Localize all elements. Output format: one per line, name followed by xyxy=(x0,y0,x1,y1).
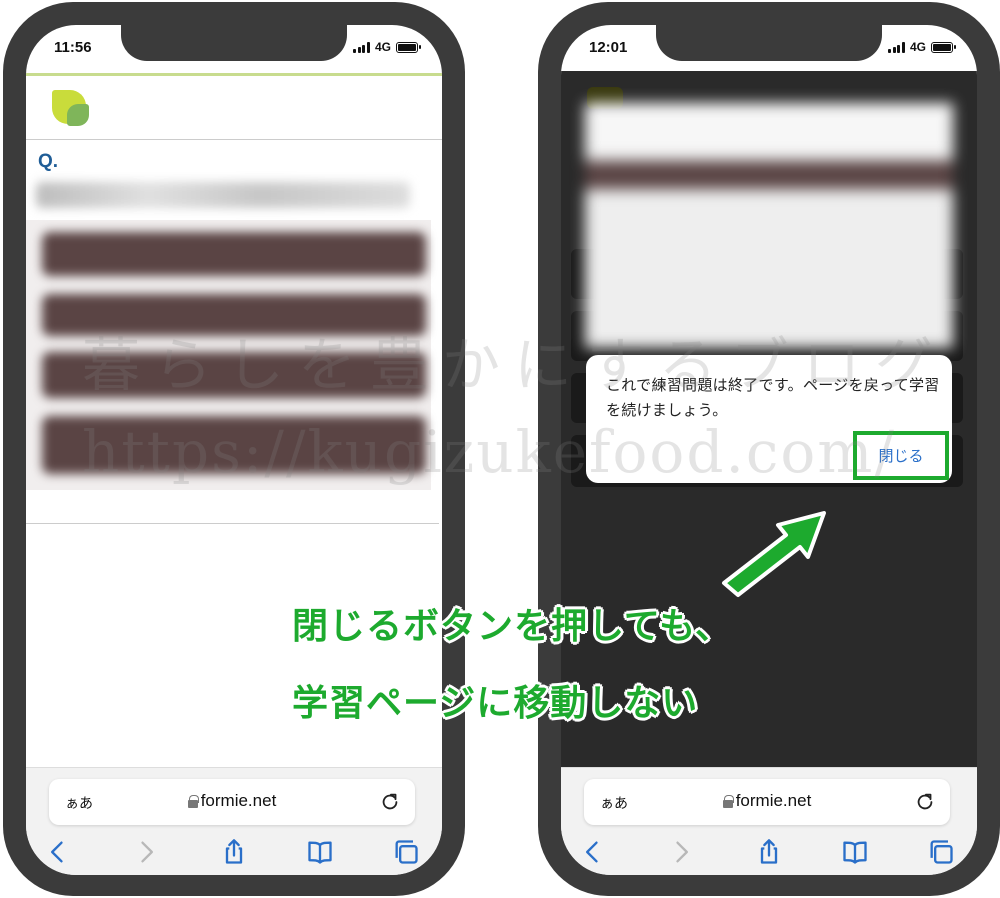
battery-icon xyxy=(931,41,956,53)
lock-icon xyxy=(722,794,734,808)
signal-icon xyxy=(888,41,905,53)
network-label: 4G xyxy=(909,40,926,54)
url-text: formie.net xyxy=(735,791,812,810)
blurred-answer-option[interactable] xyxy=(42,294,426,336)
dialog-message: これで練習問題は終了です。ページを戻って学習を続けましょう。 xyxy=(606,377,940,419)
lock-icon xyxy=(187,794,199,808)
status-icons: 4G xyxy=(353,40,421,54)
blurred-answer-option[interactable] xyxy=(42,232,426,276)
left-phone-frame: 11:56 4G Q. ぁあ formie.net xyxy=(3,2,465,896)
signal-icon xyxy=(353,41,370,53)
alert-dialog: これで練習問題は終了です。ページを戻って学習を続けましょう。 閉じる xyxy=(586,355,952,483)
status-icons: 4G xyxy=(888,40,956,54)
tabs-icon[interactable] xyxy=(927,838,955,866)
header-rule xyxy=(26,73,442,76)
blurred-answer-option[interactable] xyxy=(42,352,426,398)
right-phone-frame: 12:01 4G これで練習問題は終了です。ページを戻って学習を続けましょう。 … xyxy=(538,2,1000,896)
toolbar xyxy=(26,830,442,870)
url-text: formie.net xyxy=(200,791,277,810)
divider xyxy=(26,523,439,524)
share-icon[interactable] xyxy=(755,838,783,866)
bookmarks-icon[interactable] xyxy=(841,838,869,866)
battery-icon xyxy=(396,41,421,53)
tabs-icon[interactable] xyxy=(392,838,420,866)
question-label: Q. xyxy=(38,151,59,172)
blurred-answer-panel xyxy=(26,220,431,490)
toolbar xyxy=(561,830,977,870)
formie-logo[interactable] xyxy=(52,90,90,128)
blurred-question-text xyxy=(36,182,410,208)
left-phone-screen: 11:56 4G Q. ぁあ formie.net xyxy=(26,25,442,875)
address-bar[interactable]: ぁあ formie.net xyxy=(584,779,950,825)
forward-icon[interactable] xyxy=(667,838,695,866)
notch xyxy=(121,25,347,61)
blurred-answer-option[interactable] xyxy=(42,416,426,474)
caption-line-1: 閉じるボタンを押しても、 xyxy=(292,605,733,646)
address-bar[interactable]: ぁあ formie.net xyxy=(49,779,415,825)
safari-bottom-bar: ぁあ formie.net xyxy=(26,767,442,875)
caption-line-2: 学習ページに移動しない xyxy=(292,682,699,723)
close-button[interactable]: 閉じる xyxy=(853,431,949,480)
url-display[interactable]: formie.net xyxy=(584,791,950,811)
status-time: 11:56 xyxy=(54,39,92,56)
reload-icon[interactable] xyxy=(914,791,936,813)
bookmarks-icon[interactable] xyxy=(306,838,334,866)
right-phone-screen: 12:01 4G これで練習問題は終了です。ページを戻って学習を続けましょう。 … xyxy=(561,25,977,875)
share-icon[interactable] xyxy=(220,838,248,866)
back-icon[interactable] xyxy=(579,838,607,866)
back-icon[interactable] xyxy=(44,838,72,866)
network-label: 4G xyxy=(374,40,391,54)
forward-icon[interactable] xyxy=(132,838,160,866)
url-display[interactable]: formie.net xyxy=(49,791,415,811)
notch xyxy=(656,25,882,61)
status-time: 12:01 xyxy=(589,39,628,56)
blurred-content-card xyxy=(585,103,953,348)
reload-icon[interactable] xyxy=(379,791,401,813)
safari-bottom-bar: ぁあ formie.net xyxy=(561,767,977,875)
annotation-arrow-icon xyxy=(722,511,826,597)
divider xyxy=(26,139,442,140)
